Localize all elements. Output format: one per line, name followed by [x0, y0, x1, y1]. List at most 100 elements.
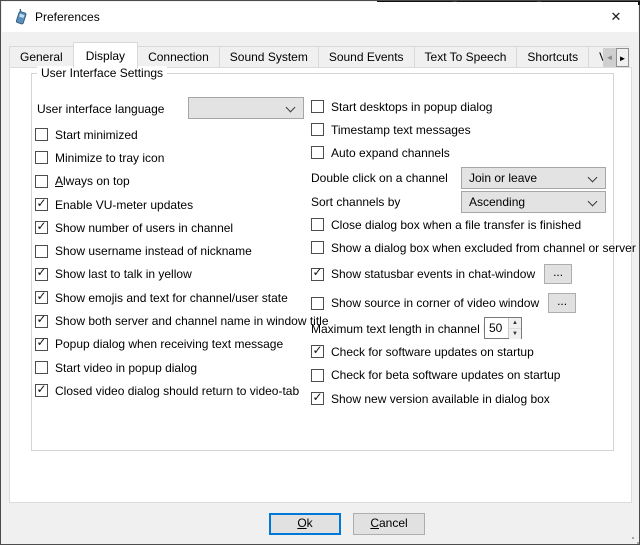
- checkbox-label: Auto expand channels: [331, 146, 450, 160]
- double-click-value: Join or leave: [469, 171, 537, 185]
- checkbox-dialog-when-excluded[interactable]: Show a dialog box when excluded from cha…: [311, 236, 631, 259]
- statusbar-events-browse-button[interactable]: ...: [544, 264, 572, 284]
- checkbox-icon[interactable]: [311, 218, 324, 231]
- checkbox-show-username[interactable]: Show username instead of nickname: [35, 239, 305, 262]
- checkbox-icon[interactable]: [35, 315, 48, 328]
- titlebar[interactable]: Preferences ✕: [2, 2, 638, 32]
- checkbox-icon[interactable]: [35, 361, 48, 374]
- checkbox-icon[interactable]: [35, 151, 48, 164]
- checkbox-icon[interactable]: [311, 241, 324, 254]
- right-options-mid: Close dialog box when a file transfer is…: [311, 213, 631, 259]
- checkbox-popup-text-message[interactable]: Popup dialog when receiving text message: [35, 333, 305, 356]
- sort-channels-value: Ascending: [469, 195, 525, 209]
- checkbox-check-beta-updates[interactable]: Check for beta software updates on start…: [311, 364, 621, 388]
- tab-bar: General Display Connection Sound System …: [9, 42, 629, 68]
- checkbox-icon[interactable]: [35, 198, 48, 211]
- checkbox-label: Show username instead of nickname: [55, 244, 252, 258]
- checkbox-icon[interactable]: [35, 245, 48, 258]
- checkbox-video-source-corner[interactable]: Show source in corner of video window ..…: [311, 292, 576, 314]
- spin-down-icon[interactable]: ▼: [509, 329, 521, 339]
- checkbox-label: Show emojis and text for channel/user st…: [55, 291, 288, 305]
- checkbox-show-emojis[interactable]: Show emojis and text for channel/user st…: [35, 286, 305, 309]
- video-source-browse-button[interactable]: ...: [548, 293, 576, 313]
- tab-shortcuts[interactable]: Shortcuts: [516, 46, 589, 68]
- checkbox-label: Show last to talk in yellow: [55, 267, 192, 281]
- tab-sound-events[interactable]: Sound Events: [318, 46, 415, 68]
- checkbox-label: Closed video dialog should return to vid…: [55, 384, 299, 398]
- checkbox-label: Check for software updates on startup: [331, 345, 534, 359]
- checkbox-icon[interactable]: [35, 221, 48, 234]
- checkbox-icon[interactable]: [311, 123, 324, 136]
- checkbox-label: Start desktops in popup dialog: [331, 100, 492, 114]
- checkbox-label: Start minimized: [55, 128, 138, 142]
- preferences-dialog: Preferences ✕ General Display Connection…: [0, 0, 640, 545]
- max-text-length-value[interactable]: 50: [485, 318, 508, 338]
- checkbox-label: Show source in corner of video window: [331, 296, 539, 310]
- checkbox-vu-meter-updates[interactable]: Enable VU-meter updates: [35, 193, 305, 216]
- checkbox-icon[interactable]: [35, 175, 48, 188]
- checkbox-label: Show new version available in dialog box: [331, 392, 550, 406]
- checkbox-show-user-count[interactable]: Show number of users in channel: [35, 216, 305, 239]
- tab-text-to-speech[interactable]: Text To Speech: [414, 46, 518, 68]
- max-text-length-spinner[interactable]: 50 ▲ ▼: [484, 317, 522, 339]
- checkbox-icon[interactable]: [35, 384, 48, 397]
- checkbox-icon[interactable]: [35, 128, 48, 141]
- chevron-down-icon: [588, 197, 598, 207]
- checkbox-label: Show statusbar events in chat-window: [331, 267, 535, 281]
- checkbox-icon[interactable]: [35, 268, 48, 281]
- checkbox-statusbar-events[interactable]: Show statusbar events in chat-window ...: [311, 263, 572, 285]
- resize-grip[interactable]: [632, 537, 634, 539]
- double-click-combobox[interactable]: Join or leave: [461, 167, 606, 189]
- sort-channels-combobox[interactable]: Ascending: [461, 191, 606, 213]
- chevron-down-icon: [286, 103, 296, 113]
- checkbox-icon[interactable]: [311, 392, 324, 405]
- tab-scroll-right-icon[interactable]: ►: [616, 48, 629, 67]
- checkbox-auto-expand-channels[interactable]: Auto expand channels: [311, 141, 621, 164]
- checkbox-label: Check for beta software updates on start…: [331, 368, 560, 382]
- checkbox-icon[interactable]: [311, 100, 324, 113]
- checkbox-start-desktops-popup[interactable]: Start desktops in popup dialog: [311, 95, 621, 118]
- max-text-length-label: Maximum text length in channel list: [311, 322, 498, 336]
- tab-connection[interactable]: Connection: [137, 46, 220, 68]
- checkbox-label: Minimize to tray icon: [55, 151, 164, 165]
- close-icon[interactable]: ✕: [600, 3, 632, 31]
- checkbox-icon[interactable]: [35, 338, 48, 351]
- double-click-label: Double click on a channel: [311, 171, 448, 185]
- tab-general[interactable]: General: [9, 46, 74, 68]
- cancel-button[interactable]: Cancel: [353, 513, 425, 535]
- checkbox-icon[interactable]: [311, 297, 324, 310]
- checkbox-label: Start video in popup dialog: [55, 361, 197, 375]
- checkbox-always-on-top[interactable]: Always on top: [35, 170, 305, 193]
- window-title: Preferences: [35, 2, 100, 32]
- checkbox-new-version-dialog[interactable]: Show new version available in dialog box: [311, 387, 621, 411]
- chevron-down-icon: [588, 173, 598, 183]
- checkbox-last-to-talk[interactable]: Show last to talk in yellow: [35, 263, 305, 286]
- checkbox-timestamp-messages[interactable]: Timestamp text messages: [311, 118, 621, 141]
- language-combobox[interactable]: [188, 97, 304, 119]
- ok-button[interactable]: Ok: [269, 513, 341, 535]
- checkbox-video-popup[interactable]: Start video in popup dialog: [35, 356, 305, 379]
- checkbox-icon[interactable]: [311, 146, 324, 159]
- right-options-bottom: Check for software updates on startup Ch…: [311, 340, 621, 411]
- checkbox-label: Close dialog box when a file transfer is…: [331, 218, 581, 232]
- tab-scroll-left-icon[interactable]: ◄: [603, 48, 616, 67]
- spinner-arrows: ▲ ▼: [508, 318, 521, 338]
- tab-sound-system[interactable]: Sound System: [219, 46, 319, 68]
- group-title: User Interface Settings: [37, 66, 167, 80]
- left-options-column: Start minimized Minimize to tray icon Al…: [35, 123, 305, 403]
- checkbox-minimize-to-tray[interactable]: Minimize to tray icon: [35, 146, 305, 169]
- spin-up-icon[interactable]: ▲: [509, 318, 521, 329]
- sort-channels-label: Sort channels by: [311, 195, 400, 209]
- checkbox-icon[interactable]: [311, 369, 324, 382]
- checkbox-close-on-transfer-finished[interactable]: Close dialog box when a file transfer is…: [311, 213, 631, 236]
- checkbox-server-channel-title[interactable]: Show both server and channel name in win…: [35, 309, 305, 332]
- checkbox-label: Popup dialog when receiving text message: [55, 337, 283, 351]
- checkbox-check-updates[interactable]: Check for software updates on startup: [311, 340, 621, 364]
- checkbox-icon[interactable]: [35, 291, 48, 304]
- checkbox-closed-video-return[interactable]: Closed video dialog should return to vid…: [35, 379, 305, 402]
- tab-display[interactable]: Display: [73, 42, 138, 68]
- checkbox-icon[interactable]: [311, 345, 324, 358]
- checkbox-icon[interactable]: [311, 268, 324, 281]
- checkbox-start-minimized[interactable]: Start minimized: [35, 123, 305, 146]
- checkbox-label: Enable VU-meter updates: [55, 198, 193, 212]
